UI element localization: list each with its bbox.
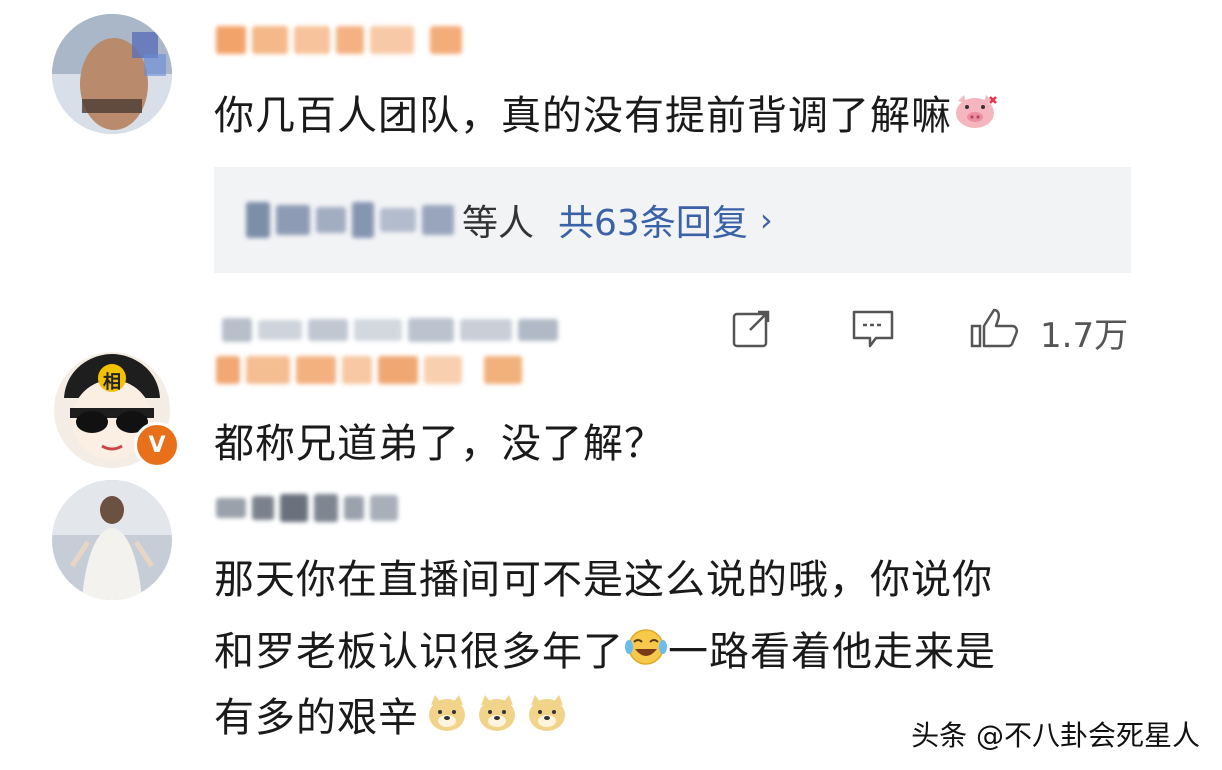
reply-usernames-blurred (246, 202, 454, 238)
doge-emoji-icon (425, 690, 469, 750)
verified-badge-label: V (148, 432, 166, 458)
comment-text-part: 有多的艰辛 (214, 695, 419, 741)
share-icon[interactable] (730, 306, 774, 350)
user-avatar[interactable] (52, 14, 172, 134)
comment-text: 都称兄道弟了，没了解？ (214, 421, 665, 467)
verified-badge-icon: V (134, 422, 180, 468)
comment-text-line-1: 那天你在直播间可不是这么说的哦，你说你 (214, 557, 993, 603)
pig-face-emoji-icon (952, 88, 998, 148)
avatar-image (52, 14, 172, 134)
chevron-right-icon[interactable]: › (760, 201, 773, 239)
doge-emoji-icon (525, 690, 569, 750)
thumbs-up-icon[interactable] (968, 306, 1022, 350)
replies-summary[interactable]: 等人 共63条回复 › (214, 167, 1131, 273)
timestamp-blurred (222, 312, 558, 348)
comment-body: 你几百人团队，真的没有提前背调了解嘛 (214, 93, 952, 139)
comment-feed: 你几百人团队，真的没有提前背调了解嘛 等人 共63条回复 › 1.7万 相 V … (0, 0, 1222, 770)
username-blurred[interactable] (216, 490, 398, 526)
comment-text: 你几百人团队，真的没有提前背调了解嘛 (214, 86, 998, 148)
comment-text-line-3: 有多的艰辛 (214, 688, 569, 750)
user-avatar[interactable]: 相 V (52, 348, 180, 468)
username-blurred[interactable] (216, 22, 462, 58)
view-replies-link[interactable]: 共63条回复 (558, 194, 748, 246)
reply-suffix-label: 等人 (462, 203, 535, 244)
comment-icon[interactable] (850, 306, 894, 350)
username-blurred[interactable] (216, 352, 522, 388)
like-count: 1.7万 (1040, 316, 1129, 356)
tears-of-joy-emoji-icon (624, 624, 668, 684)
avatar-badge-label: 相 (103, 372, 121, 393)
comment-text-part: 一路看着他走来是 (668, 629, 996, 675)
doge-emoji-icon (475, 690, 519, 750)
user-avatar[interactable] (52, 480, 172, 600)
comment-text-line-2: 和罗老板认识很多年了 一路看着他走来是 (214, 622, 996, 684)
comment-text-part: 和罗老板认识很多年了 (214, 629, 624, 675)
avatar-image (52, 480, 172, 600)
source-watermark: 头条 @不八卦会死星人 (911, 719, 1200, 752)
